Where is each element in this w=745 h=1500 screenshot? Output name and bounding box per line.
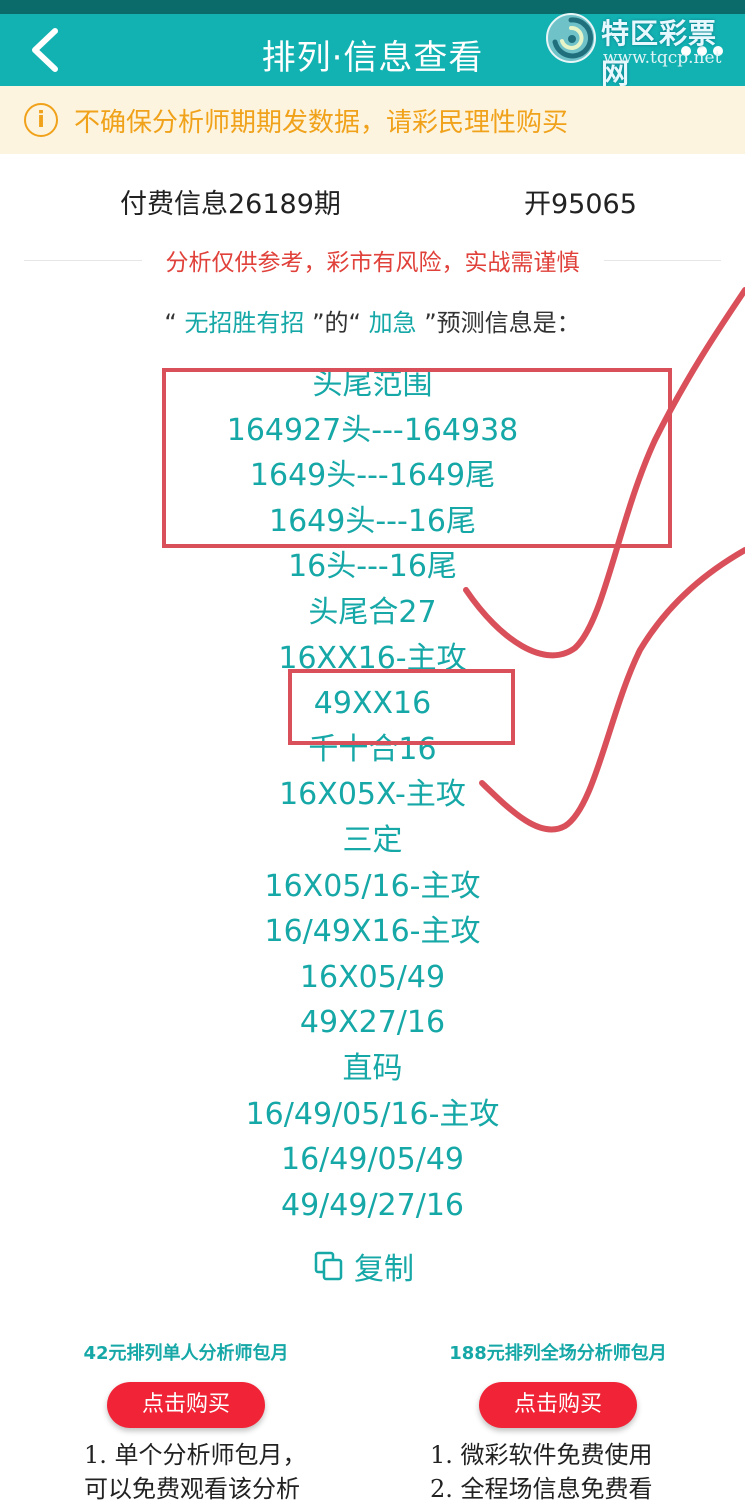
divider — [603, 259, 721, 261]
copy-icon — [314, 1251, 343, 1281]
prediction-line: 头尾合27 — [308, 594, 437, 630]
prediction-lines: 头尾范围 164927头---164938 1649头---1649尾 1649… — [0, 362, 745, 1228]
risk-warning: 分析仅供参考，彩市有风险，实战需谨慎 — [24, 242, 721, 278]
plan-all-analysts: 188元排列全场分析师包月 点击购买 1. 微彩软件免费使用 2. 全程场信息免… — [372, 1338, 744, 1500]
plan-title: 188元排列全场分析师包月 — [449, 1343, 667, 1364]
notice-text: 不确保分析师期期发数据，请彩民理性购买 — [74, 107, 569, 138]
plan-description: 1. 单个分析师包月， 可以免费观看该分析 — [0, 1438, 372, 1500]
plan-single-analyst: 42元排列单人分析师包月 点击购买 1. 单个分析师包月， 可以免费观看该分析 — [0, 1338, 372, 1500]
plan-desc-line: 1. 单个分析师包月， — [84, 1441, 307, 1469]
prediction-line: 16X05X-主攻 — [279, 777, 466, 813]
buy-button-single[interactable]: 点击购买 — [107, 1382, 265, 1428]
plan-description: 1. 微彩软件免费使用 2. 全程场信息免费看 — [372, 1438, 744, 1500]
prediction-line: 16XX16-主攻 — [278, 640, 467, 676]
prediction-line: 千十合16 — [308, 731, 437, 767]
prediction-line: 16/49/05/49 — [280, 1142, 465, 1178]
watermark-url: www.tqcp.net — [603, 48, 722, 68]
prediction-line: 16/49X16-主攻 — [264, 914, 481, 950]
copy-label: 复制 — [354, 1252, 414, 1287]
plan-desc-line: 1. 微彩软件免费使用 — [430, 1441, 653, 1469]
prediction-line: 49X27/16 — [299, 1005, 446, 1041]
prediction-line: 1649头---16尾 — [269, 503, 476, 539]
prediction-line: 16头---16尾 — [288, 549, 457, 585]
prediction-line: 直码 — [342, 1050, 403, 1086]
prediction-line: 头尾范围 — [312, 367, 433, 402]
buy-button-all[interactable]: 点击购买 — [479, 1382, 637, 1428]
prediction-line: 16X05/49 — [299, 959, 446, 995]
prediction-line: 三定 — [342, 822, 403, 858]
prediction-line: 16X05/16-主攻 — [264, 868, 481, 904]
issue-result: 开95065 — [524, 189, 637, 220]
plan-desc-line: 可以免费观看该分析 — [84, 1475, 300, 1500]
issue-row: 付费信息26189期 开95065 — [0, 182, 745, 222]
analyst-name: 无招胜有招 — [184, 309, 305, 337]
prediction-line: 164927头---164938 — [226, 412, 519, 448]
prediction-line: 49/49/27/16 — [280, 1187, 465, 1223]
info-circle-icon: i — [24, 103, 58, 137]
prediction-intro-text: ”预测信息是： — [416, 309, 581, 337]
divider — [24, 259, 142, 261]
prediction-line: 16/49/05/16-主攻 — [245, 1096, 500, 1132]
prediction-intro: “ 无招胜有招 ”的“ 加急 ”预测信息是： — [0, 303, 745, 338]
notice-banner: i 不确保分析师期期发数据，请彩民理性购买 — [0, 86, 745, 154]
watermark-logo-icon — [546, 13, 596, 63]
risk-warning-text: 分析仅供参考，彩市有风险，实战需谨慎 — [165, 250, 580, 276]
issue-label: 付费信息26189期 — [120, 189, 341, 220]
quote-mark: ”的“ — [304, 309, 369, 337]
plan-desc-line: 2. 全程场信息免费看 — [430, 1475, 653, 1500]
quote-mark: “ — [164, 309, 185, 337]
plan-title: 42元排列单人分析师包月 — [83, 1343, 289, 1364]
prediction-line: 1649头---1649尾 — [249, 458, 496, 494]
category-name: 加急 — [368, 309, 417, 337]
copy-button[interactable]: 复制 — [314, 1244, 434, 1288]
site-watermark: 特区彩票网 www.tqcp.net — [545, 10, 745, 90]
prediction-line: 49XX16 — [313, 686, 432, 722]
